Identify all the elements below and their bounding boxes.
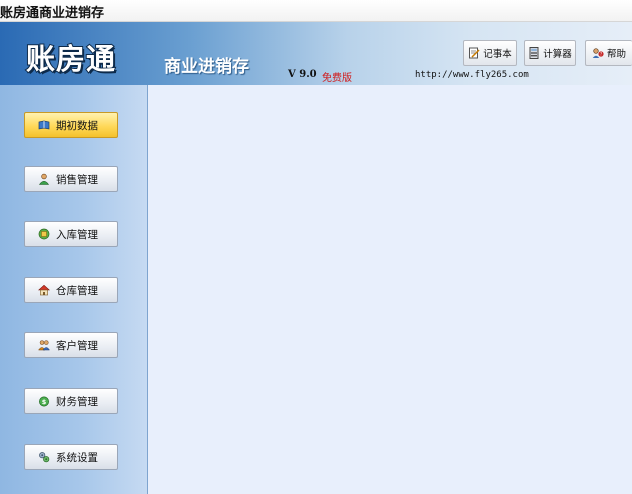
money-icon: $	[38, 395, 50, 407]
settings-icon	[38, 451, 50, 463]
help-icon: ?	[592, 47, 604, 59]
sidebar-item-opening-data[interactable]: 期初数据	[24, 112, 118, 138]
help-label: 帮助	[606, 49, 626, 60]
sidebar-nav: 期初数据 销售管理 入库管理 仓库管理 客户管理 $ 财务管理 系统设置	[0, 85, 148, 494]
house-icon	[38, 284, 50, 296]
help-button[interactable]: ? 帮助	[585, 40, 632, 66]
sidebar-item-label: 财务管理	[56, 395, 98, 408]
sidebar-item-label: 销售管理	[56, 173, 98, 186]
svg-text:?: ?	[600, 52, 602, 57]
sidebar-item-label: 期初数据	[56, 119, 98, 132]
notepad-icon	[468, 47, 480, 59]
website-url: http://www.fly265.com	[415, 70, 529, 80]
person-icon	[38, 173, 50, 185]
calculator-label: 计算器	[543, 49, 572, 60]
sidebar-item-finance[interactable]: $ 财务管理	[24, 388, 118, 414]
sidebar-item-label: 仓库管理	[56, 284, 98, 297]
notepad-label: 记事本	[483, 49, 512, 60]
calculator-button[interactable]: 计算器	[524, 40, 576, 66]
notepad-button[interactable]: 记事本	[463, 40, 517, 66]
sidebar-item-label: 系统设置	[56, 451, 98, 464]
app-header: 账房通 商业进销存 V 9.0 免费版 http://www.fly265.co…	[0, 22, 632, 85]
sidebar-item-inbound[interactable]: 入库管理	[24, 221, 118, 247]
calculator-icon	[528, 47, 540, 59]
window-titlebar: 账房通商业进销存	[0, 0, 632, 22]
app-logo: 账房通	[25, 41, 117, 77]
sidebar-item-warehouse[interactable]: 仓库管理	[24, 277, 118, 303]
sidebar-item-label: 入库管理	[56, 228, 98, 241]
version-label: V 9.0	[288, 69, 317, 80]
users-icon	[38, 339, 50, 351]
app-subtitle: 商业进销存	[164, 57, 249, 77]
sidebar-item-label: 客户管理	[56, 339, 98, 352]
book-icon	[38, 119, 50, 131]
sidebar-item-customers[interactable]: 客户管理	[24, 332, 118, 358]
sidebar-item-settings[interactable]: 系统设置	[24, 444, 118, 470]
sidebar-item-sales[interactable]: 销售管理	[24, 166, 118, 192]
window-title: 账房通商业进销存	[0, 6, 105, 21]
box-icon	[38, 228, 50, 240]
main-content-area	[149, 85, 632, 494]
svg-text:$: $	[42, 398, 47, 406]
edition-label: 免费版	[322, 73, 352, 84]
